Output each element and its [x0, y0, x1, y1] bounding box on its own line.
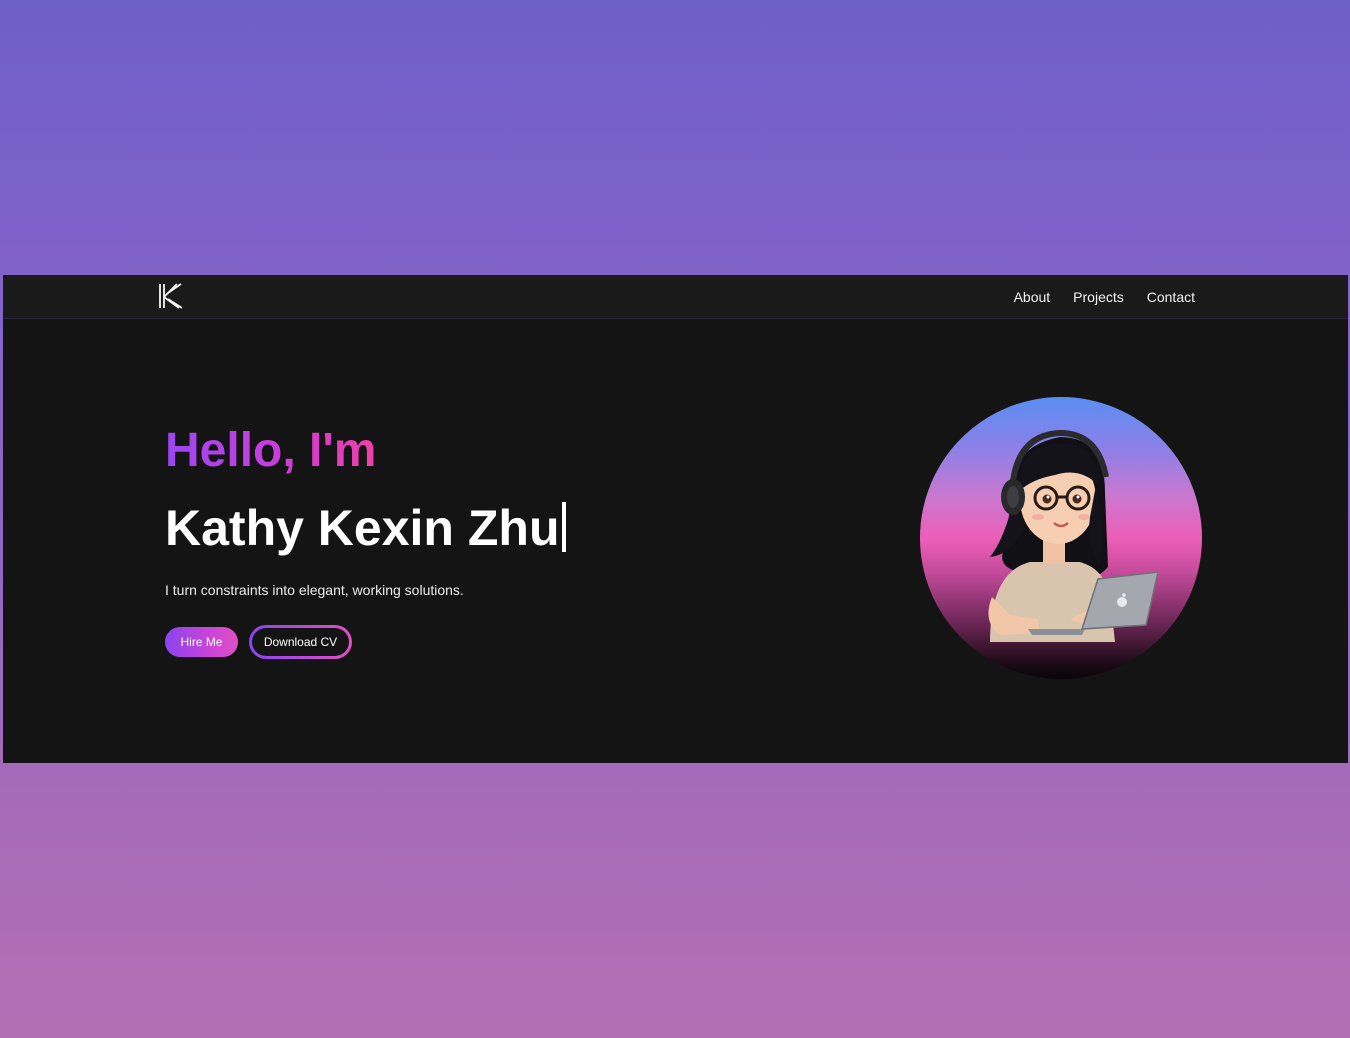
nav-link-about[interactable]: About: [1014, 289, 1051, 305]
hero-tagline: I turn constraints into elegant, working…: [165, 582, 464, 598]
hire-me-button[interactable]: Hire Me: [165, 627, 238, 657]
k-monogram-logo-icon[interactable]: [158, 283, 183, 309]
nav-links: About Projects Contact: [1014, 275, 1195, 318]
hero-greeting: Hello, I'm: [165, 424, 377, 477]
download-cv-label: Download CV: [252, 628, 349, 656]
avatar-girl-with-headphones-and-laptop-icon: [920, 397, 1202, 679]
nav-link-contact[interactable]: Contact: [1147, 289, 1195, 305]
portfolio-window: About Projects Contact Hello, I'm Kathy …: [3, 275, 1348, 763]
typing-cursor: [562, 502, 567, 552]
hero-name: Kathy Kexin Zhu: [165, 500, 560, 556]
nav-link-projects[interactable]: Projects: [1073, 289, 1124, 305]
navbar: About Projects Contact: [3, 275, 1348, 319]
hero-name-wrapper: Kathy Kexin Zhu: [165, 500, 567, 556]
download-cv-button[interactable]: Download CV: [249, 625, 352, 659]
